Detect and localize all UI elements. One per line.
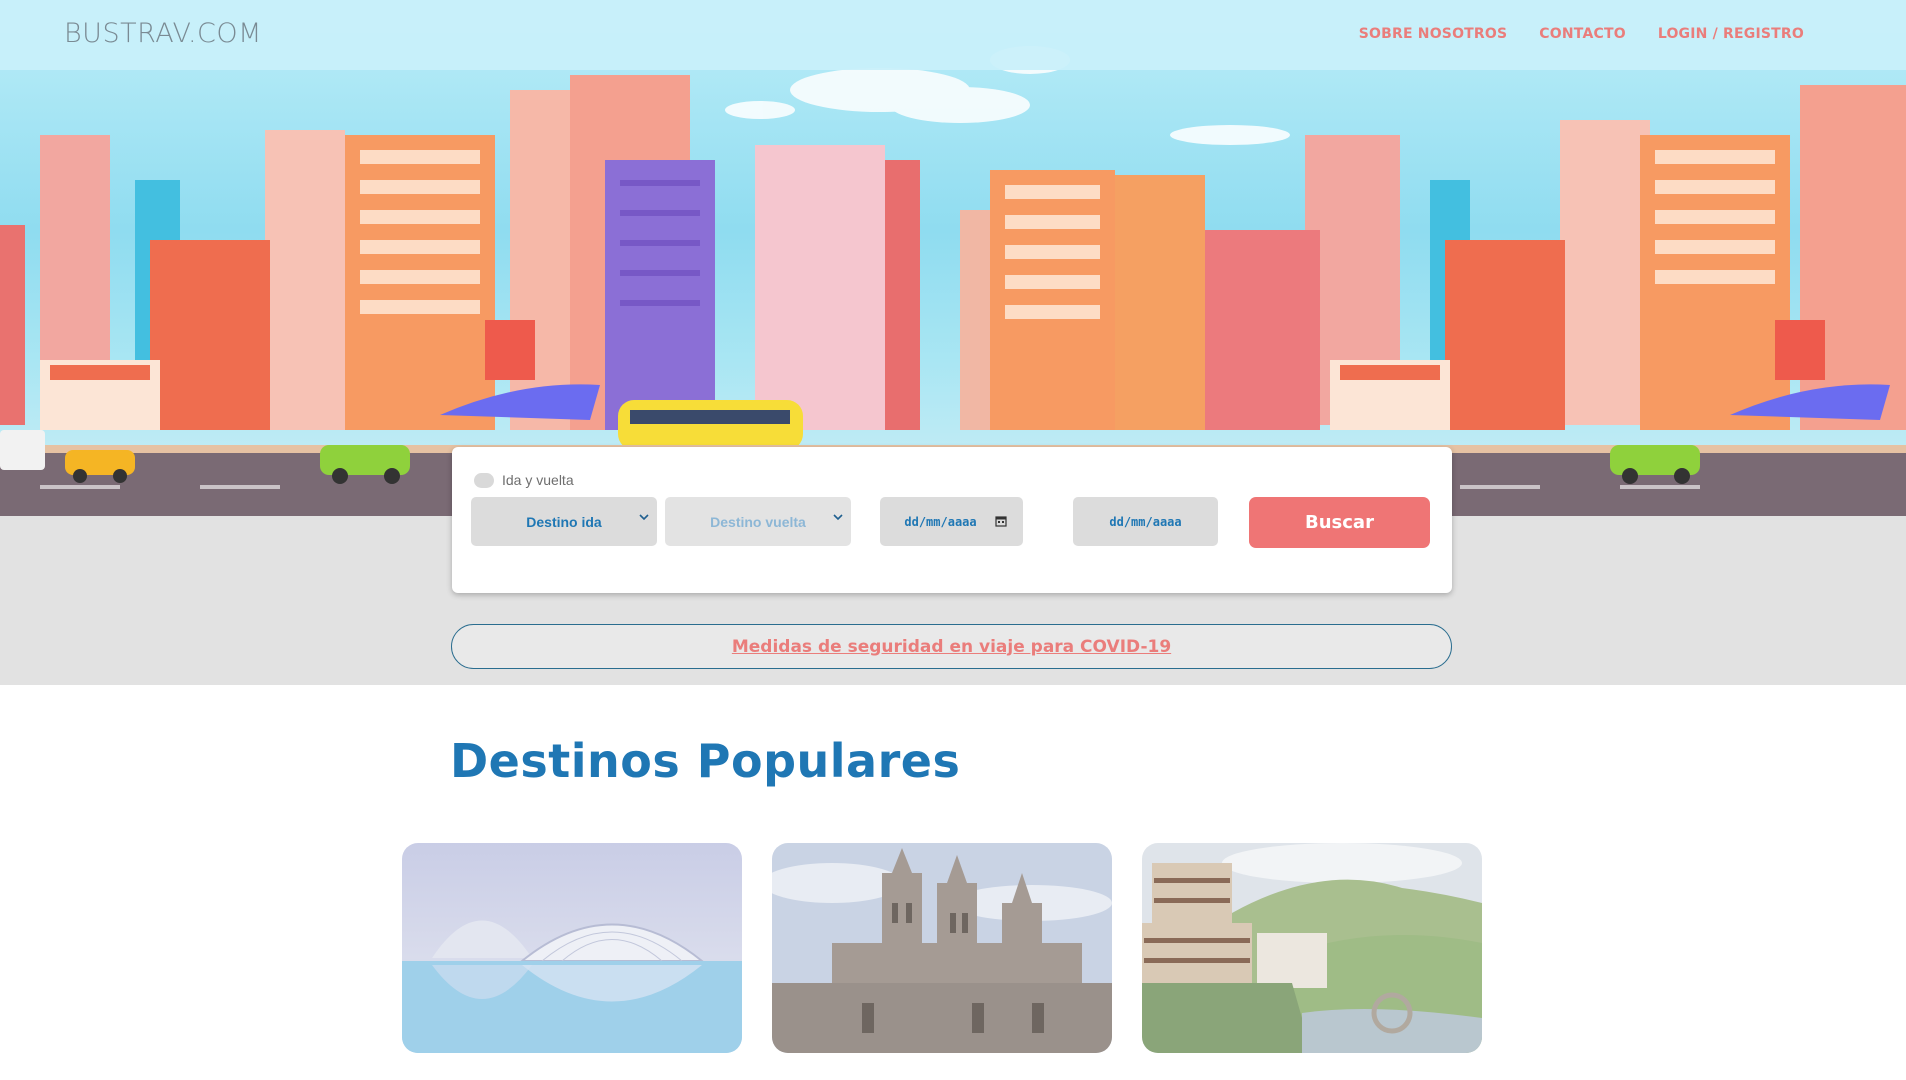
burgos-cathedral-image xyxy=(772,843,1112,1053)
site-logo[interactable]: BUSTRAV.COM xyxy=(64,18,262,49)
roundtrip-toggle[interactable]: Ida y vuelta xyxy=(474,472,574,488)
search-button[interactable]: Buscar xyxy=(1249,497,1430,548)
return-select[interactable]: Destino vuelta xyxy=(665,497,851,546)
nav-sobre-nosotros[interactable]: SOBRE NOSOTROS xyxy=(1359,26,1508,42)
destination-card-2[interactable] xyxy=(772,843,1112,1053)
date-vuelta-input[interactable]: dd/mm/aaaa xyxy=(1073,497,1218,546)
mountain-village-image xyxy=(1142,843,1482,1053)
toggle-switch[interactable] xyxy=(474,472,494,488)
date-vuelta-placeholder: dd/mm/aaaa xyxy=(1109,514,1182,529)
nav-contacto[interactable]: CONTACTO xyxy=(1539,26,1626,42)
popular-destinations-title: Destinos Populares xyxy=(450,734,961,788)
origin-select[interactable]: Destino ida xyxy=(471,497,657,546)
origin-select-value: Destino ida xyxy=(526,513,602,530)
calendar-icon[interactable] xyxy=(995,515,1007,527)
chevron-down-icon xyxy=(639,514,649,521)
nav-login-registro[interactable]: LOGIN / REGISTRO xyxy=(1658,26,1804,42)
hero-banner: BUSTRAV.COM SOBRE NOSOTROS CONTACTO LOGI… xyxy=(0,0,1906,516)
date-ida-input[interactable]: dd/mm/aaaa xyxy=(880,497,1023,546)
destination-card-1[interactable] xyxy=(402,843,742,1053)
valencia-arts-sciences-image xyxy=(402,843,742,1053)
covid-safety-link[interactable]: Medidas de seguridad en viaje para COVID… xyxy=(732,637,1171,657)
date-ida-placeholder: dd/mm/aaaa xyxy=(904,514,977,529)
chevron-down-icon xyxy=(833,514,843,521)
return-select-value: Destino vuelta xyxy=(710,513,806,530)
city-illustration xyxy=(0,46,1906,516)
covid-banner: Medidas de seguridad en viaje para COVID… xyxy=(451,624,1452,669)
search-card: Ida y vuelta Destino ida Destino vuelta … xyxy=(452,447,1452,593)
main-nav: SOBRE NOSOTROS CONTACTO LOGIN / REGISTRO xyxy=(1359,26,1804,42)
destination-card-3[interactable] xyxy=(1142,843,1482,1053)
top-navbar: BUSTRAV.COM SOBRE NOSOTROS CONTACTO LOGI… xyxy=(0,0,1906,70)
roundtrip-label: Ida y vuelta xyxy=(502,472,574,488)
